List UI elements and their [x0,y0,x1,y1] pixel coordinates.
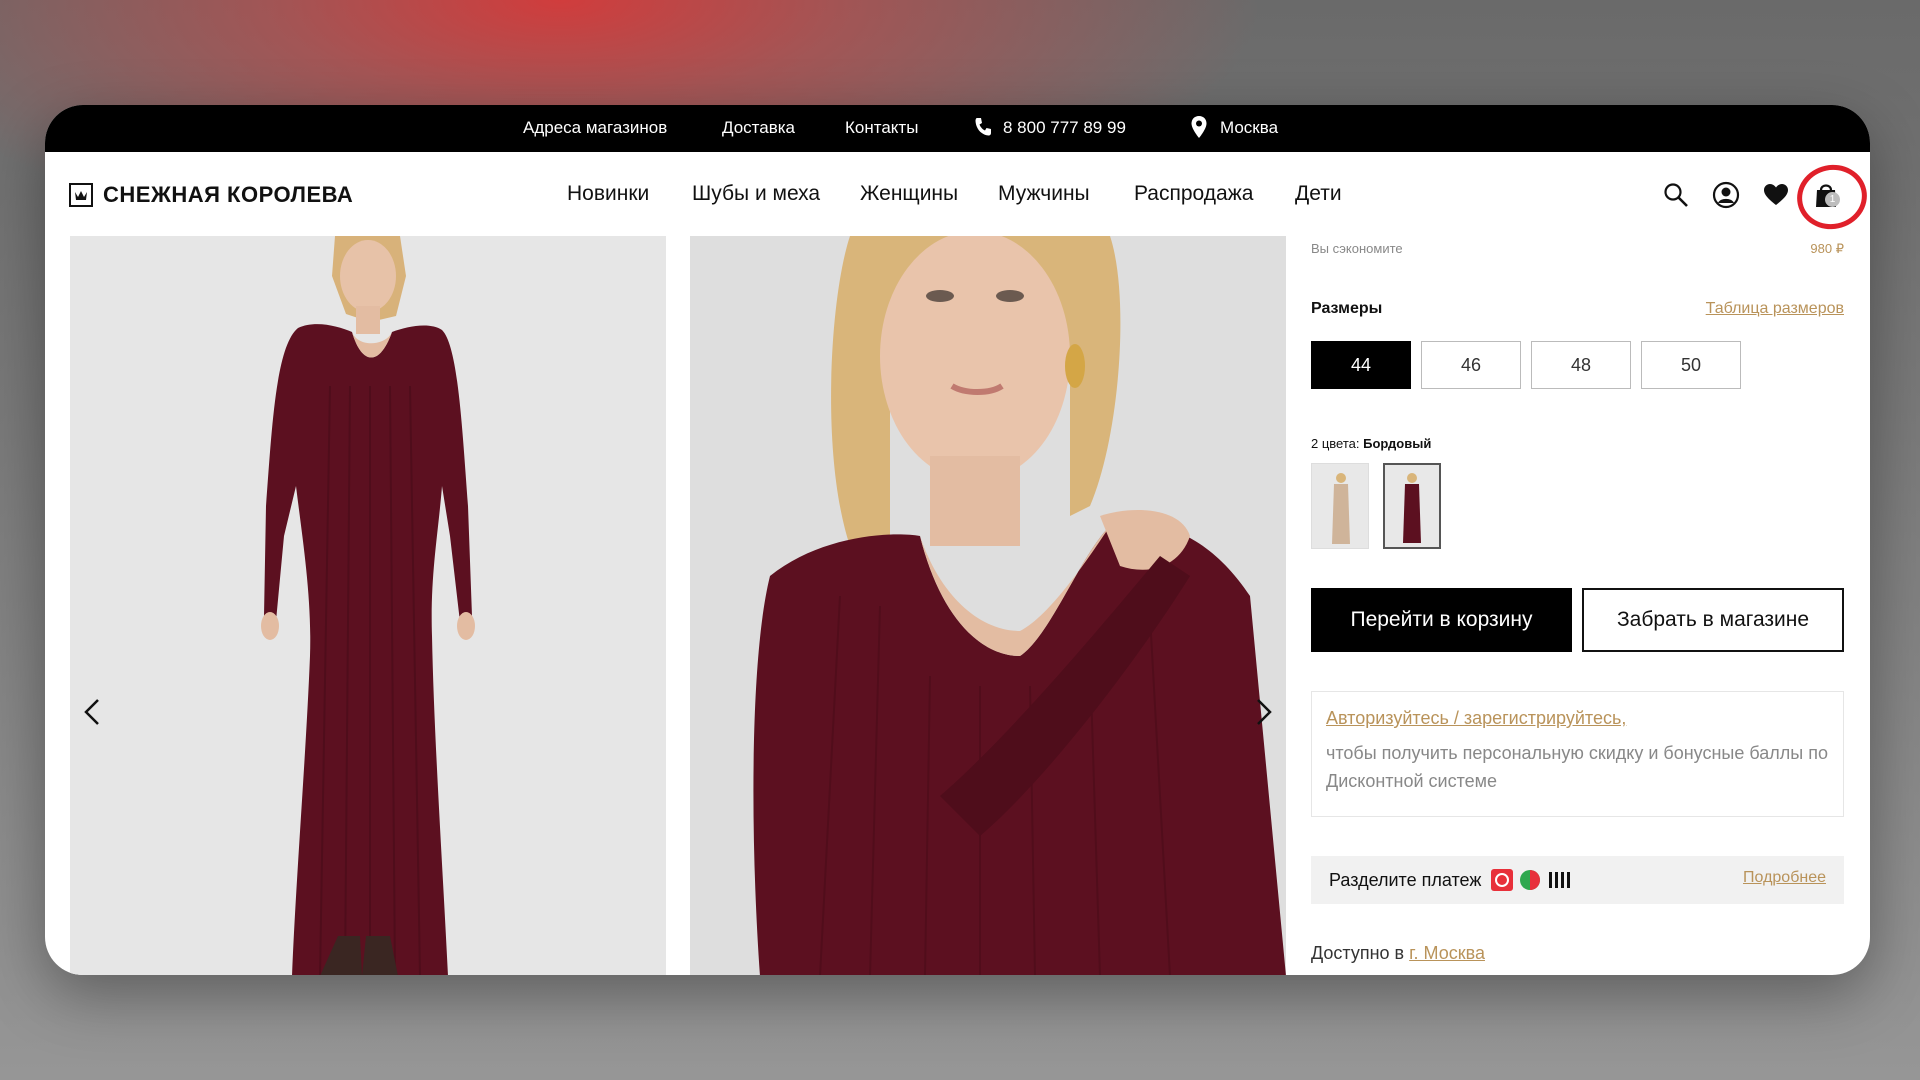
crown-logo-icon [69,183,93,207]
availability-row: Доступно в г. Москва [1311,943,1485,964]
auth-promo-text: чтобы получить персональную скидку и бон… [1326,743,1828,791]
split-payment-label: Разделите платеж [1329,869,1482,890]
next-arrow-icon[interactable] [1252,692,1276,732]
payment-icons [1491,869,1573,891]
availability-city-link[interactable]: г. Москва [1409,943,1485,963]
size-button-48[interactable]: 48 [1531,341,1631,389]
location-pin-icon [1191,116,1207,138]
size-button-46[interactable]: 46 [1421,341,1521,389]
delivery-link[interactable]: Доставка [722,118,795,138]
pick-up-in-store-button[interactable]: Забрать в магазине [1582,588,1844,652]
nav-item-women[interactable]: Женщины [860,182,958,206]
product-photo-full[interactable] [70,236,666,975]
auth-promo-box: Авторизуйтесь / зарегистрируйтесь, чтобы… [1311,691,1844,817]
heart-icon[interactable] [1759,178,1793,212]
color-name: Бордовый [1363,436,1432,451]
colors-label: 2 цвета: Бордовый [1311,436,1431,451]
payment-provider-3-icon [1549,872,1571,888]
contacts-link[interactable]: Контакты [845,118,918,138]
browser-window: Адреса магазинов Доставка Контакты 8 800… [45,105,1870,975]
stores-link[interactable]: Адреса магазинов [523,118,667,138]
size-table-link[interactable]: Таблица размеров [1706,300,1844,318]
user-icon[interactable] [1709,178,1743,212]
logo-text: СНЕЖНАЯ КОРОЛЕВА [103,182,354,207]
color-swatch-beige[interactable] [1311,463,1369,549]
site-logo[interactable]: СНЕЖНАЯ КОРОЛЕВА [69,182,353,208]
top-bar: Адреса магазинов Доставка Контакты 8 800… [45,105,1870,152]
size-button-44[interactable]: 44 [1311,341,1411,389]
city-selector[interactable]: Москва [1220,118,1278,138]
colors-count: 2 цвета: [1311,436,1360,451]
nav-item-sale[interactable]: Распродажа [1134,182,1253,206]
phone-icon [975,118,991,136]
nav-item-furs[interactable]: Шубы и меха [692,182,820,206]
search-icon[interactable] [1659,178,1693,212]
sizes-label: Размеры [1311,300,1383,317]
size-button-50[interactable]: 50 [1641,341,1741,389]
nav-item-new[interactable]: Новинки [567,182,649,206]
savings-row: Вы сэкономите 980 ₽ [1311,241,1844,256]
auth-link[interactable]: Авторизуйтесь / зарегистрируйтесь, [1326,708,1829,729]
payment-provider-1-icon [1491,869,1514,891]
payment-provider-2-icon [1520,870,1541,890]
color-swatch-burgundy[interactable] [1383,463,1441,549]
split-more-link[interactable]: Подробнее [1743,869,1826,887]
product-photo-closeup[interactable] [690,236,1286,975]
prev-arrow-icon[interactable] [80,692,104,732]
go-to-cart-button[interactable]: Перейти в корзину [1311,588,1572,652]
phone-number[interactable]: 8 800 777 89 99 [1003,118,1126,138]
savings-amount: 980 ₽ [1810,241,1844,256]
split-payment-box: Разделите платеж Подробнее [1311,856,1844,904]
model-full-illustration [70,236,666,975]
site-header: СНЕЖНАЯ КОРОЛЕВА Новинки Шубы и меха Жен… [45,152,1870,238]
nav-item-men[interactable]: Мужчины [998,182,1090,206]
availability-prefix: Доступно в [1311,943,1405,963]
savings-label: Вы сэкономите [1311,241,1403,256]
nav-item-kids[interactable]: Дети [1295,182,1342,206]
model-closeup-illustration [690,236,1286,975]
